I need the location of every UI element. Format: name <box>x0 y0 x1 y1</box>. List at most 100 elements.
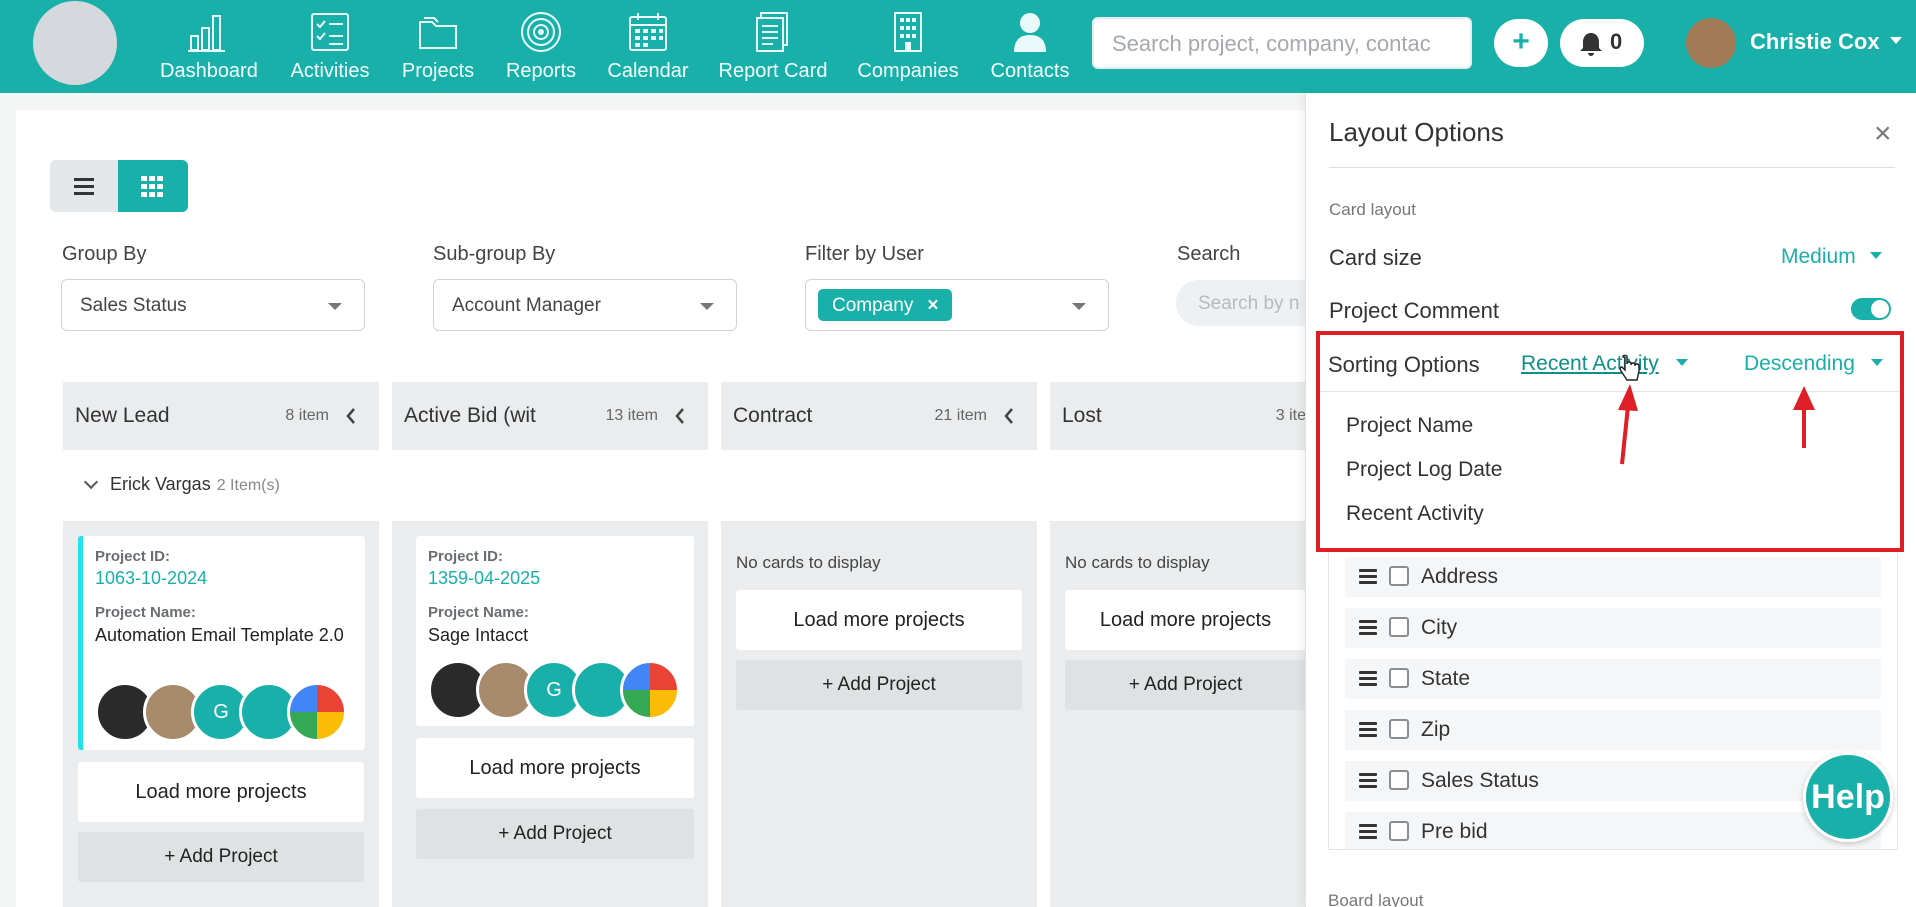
folder-icon <box>419 17 457 49</box>
quick-add-button[interactable]: + <box>1494 19 1548 67</box>
column-title: Active Bid (wit <box>404 404 536 427</box>
card-size-dropdown[interactable]: Medium <box>1781 245 1882 269</box>
project-name-label: Project Name: <box>428 604 529 621</box>
caret-down-icon[interactable] <box>1676 359 1688 366</box>
drag-handle-icon[interactable] <box>1359 569 1377 587</box>
list-view-button[interactable] <box>50 160 118 212</box>
chevron-down-icon <box>83 474 99 490</box>
load-more-button[interactable]: Load more projects <box>1065 590 1306 650</box>
filter-chip: Company × <box>818 289 953 321</box>
chevron-left-icon[interactable] <box>1003 407 1015 425</box>
field-row-city[interactable]: City <box>1345 608 1881 648</box>
help-button[interactable]: Help <box>1803 752 1893 842</box>
user-name[interactable]: Christie Cox <box>1750 29 1880 55</box>
column-header-new-lead[interactable]: New Lead 8 item <box>63 382 379 450</box>
field-label: State <box>1421 667 1471 690</box>
chevron-down-icon <box>1072 303 1086 310</box>
project-id-label: Project ID: <box>95 548 171 565</box>
notification-count: 0 <box>1610 29 1623 54</box>
toggle-knob <box>1871 300 1889 318</box>
sorting-options-label: Sorting Options <box>1328 352 1480 377</box>
nav-projects[interactable]: Projects <box>400 10 476 86</box>
subgroup-by-label: Sub-group By <box>433 243 556 265</box>
field-row-sales-status[interactable]: Sales Status <box>1345 761 1881 801</box>
field-label: Address <box>1421 565 1499 588</box>
field-checkbox[interactable] <box>1389 821 1409 841</box>
field-row-state[interactable]: State <box>1345 659 1881 699</box>
google-icon[interactable] <box>287 682 347 742</box>
bell-icon <box>1580 33 1602 56</box>
drag-handle-icon[interactable] <box>1359 620 1377 638</box>
filter-user-label: Filter by User <box>805 243 924 265</box>
project-card[interactable]: Project ID: 1359-04-2025 Project Name: S… <box>416 536 694 726</box>
nav-calendar[interactable]: Calendar <box>606 10 690 86</box>
top-nav-bar: Dashboard Activities Projects Reports Ca… <box>0 0 1916 93</box>
field-row-pre-bid[interactable]: Pre bid <box>1345 812 1881 849</box>
field-row-zip[interactable]: Zip <box>1345 710 1881 750</box>
grid-view-button[interactable] <box>118 160 188 212</box>
load-more-button[interactable]: Load more projects <box>736 590 1022 650</box>
project-name: Sage Intacct <box>428 625 529 645</box>
field-label: Pre bid <box>1421 820 1488 843</box>
google-icon[interactable] <box>620 660 680 720</box>
field-checkbox[interactable] <box>1389 617 1409 637</box>
project-id[interactable]: 1359-04-2025 <box>428 568 540 589</box>
nav-contacts[interactable]: Contacts <box>988 10 1072 86</box>
project-card[interactable]: Project ID: 1063-10-2024 Project Name: A… <box>78 536 365 750</box>
nav-reports[interactable]: Reports <box>504 10 578 86</box>
calendar-icon <box>629 13 667 51</box>
company-logo[interactable] <box>33 1 117 85</box>
global-search-input[interactable]: Search project, company, contac <box>1092 17 1472 69</box>
column-header-contract[interactable]: Contract 21 item <box>721 382 1037 450</box>
column-header-active-bid[interactable]: Active Bid (wit 13 item <box>392 382 708 450</box>
group-by-select[interactable]: Sales Status <box>61 279 365 331</box>
caret-down-icon[interactable] <box>1871 359 1883 366</box>
project-name: Automation Email Template 2.0 <box>95 625 344 645</box>
project-comment-toggle[interactable] <box>1851 298 1891 320</box>
field-checkbox[interactable] <box>1389 668 1409 688</box>
nav-dashboard[interactable]: Dashboard <box>160 10 258 86</box>
project-id[interactable]: 1063-10-2024 <box>95 568 207 589</box>
subgroup-header[interactable]: Erick Vargas 2 Item(s) <box>83 474 280 495</box>
close-icon[interactable]: × <box>1874 117 1892 151</box>
sort-menu-item-project-name[interactable]: Project Name <box>1346 414 1473 438</box>
add-project-button[interactable]: + Add Project <box>78 832 364 882</box>
column-header-lost[interactable]: Lost 3 ite <box>1050 382 1306 450</box>
field-row-address[interactable]: Address <box>1345 557 1881 597</box>
user-menu-caret-icon[interactable] <box>1890 37 1902 44</box>
field-checkbox[interactable] <box>1389 719 1409 739</box>
load-more-button[interactable]: Load more projects <box>416 738 694 798</box>
chevron-down-icon <box>328 303 342 310</box>
drag-handle-icon[interactable] <box>1359 722 1377 740</box>
chevron-left-icon[interactable] <box>674 407 686 425</box>
load-more-button[interactable]: Load more projects <box>78 762 364 822</box>
drag-handle-icon[interactable] <box>1359 824 1377 842</box>
group-by-label: Group By <box>62 243 147 265</box>
nav-report-card[interactable]: Report Card <box>718 10 828 86</box>
drag-handle-icon[interactable] <box>1359 773 1377 791</box>
field-checkbox[interactable] <box>1389 566 1409 586</box>
add-project-button[interactable]: + Add Project <box>736 660 1022 710</box>
add-project-button[interactable]: + Add Project <box>1065 660 1306 710</box>
filter-user-select[interactable]: Company × <box>805 279 1109 331</box>
sort-menu-item-project-log-date[interactable]: Project Log Date <box>1346 458 1502 482</box>
chevron-left-icon[interactable] <box>345 407 357 425</box>
chip-remove-icon[interactable]: × <box>927 295 938 316</box>
subgroup-by-select[interactable]: Account Manager <box>433 279 737 331</box>
grid-icon <box>141 176 163 197</box>
drag-handle-icon[interactable] <box>1359 671 1377 689</box>
nav-activities[interactable]: Activities <box>288 10 372 86</box>
column-title: Contract <box>733 404 813 427</box>
nav-companies[interactable]: Companies <box>856 10 960 86</box>
board-search-label: Search <box>1177 243 1241 265</box>
field-label: Zip <box>1421 718 1451 741</box>
user-avatar[interactable] <box>1686 18 1736 68</box>
sort-order-dropdown[interactable]: Descending <box>1744 352 1855 376</box>
column-count: 13 item <box>605 407 658 424</box>
notifications-button[interactable]: 0 <box>1560 19 1644 67</box>
board-search-input[interactable]: Search by n <box>1176 280 1316 326</box>
add-project-button[interactable]: + Add Project <box>416 809 694 859</box>
field-checkbox[interactable] <box>1389 770 1409 790</box>
sort-menu-item-recent-activity[interactable]: Recent Activity <box>1346 502 1484 526</box>
document-icon <box>756 12 788 52</box>
